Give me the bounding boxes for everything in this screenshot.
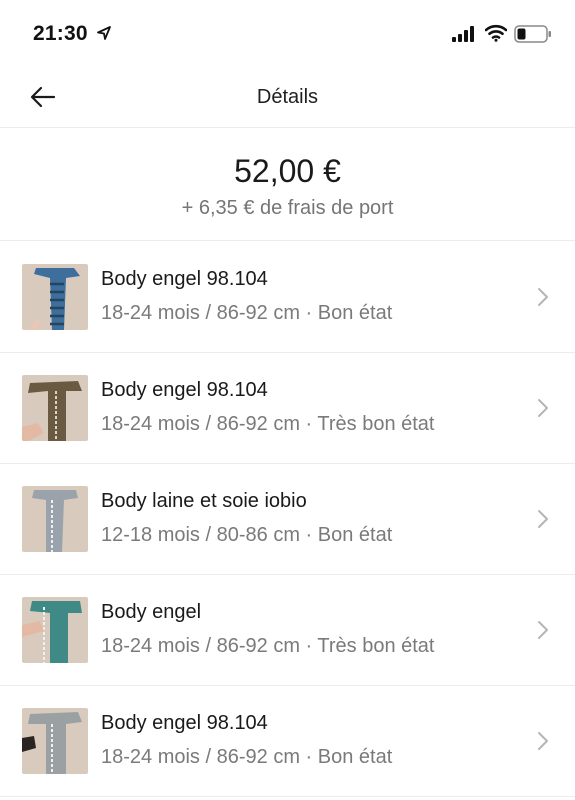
item-meta: 18-24 mois / 86-92 cm · Bon état <box>101 302 393 324</box>
item-list: Body engel 98.104 18-24 mois / 86-92 cm … <box>0 242 575 797</box>
status-time: 21:30 <box>33 22 88 45</box>
list-item[interactable]: Body engel 98.104 18-24 mois / 86-92 cm … <box>0 353 575 464</box>
page-title: Détails <box>256 86 319 108</box>
item-title: Body laine et soie iobio <box>101 490 307 512</box>
item-thumbnail <box>22 708 88 774</box>
item-meta: 18-24 mois / 86-92 cm · Très bon état <box>101 635 435 657</box>
chevron-right-icon <box>538 510 548 528</box>
item-title: Body engel 98.104 <box>101 379 268 401</box>
shipping-fee: + 6,35 € de frais de port <box>181 197 394 219</box>
location-arrow-icon <box>97 26 111 40</box>
chevron-right-icon <box>538 399 548 417</box>
item-meta: 12-18 mois / 80-86 cm · Bon état <box>101 524 393 546</box>
item-thumbnail <box>22 375 88 441</box>
list-item[interactable]: Body laine et soie iobio 12-18 mois / 80… <box>0 464 575 575</box>
item-meta: 18-24 mois / 86-92 cm · Bon état <box>101 746 393 768</box>
cellular-signal-icon <box>452 26 474 42</box>
list-item[interactable]: Body engel 18-24 mois / 86-92 cm · Très … <box>0 575 575 686</box>
list-item[interactable]: Body engel 98.104 18-24 mois / 86-92 cm … <box>0 242 575 353</box>
item-title: Body engel 98.104 <box>101 712 268 734</box>
item-meta: 18-24 mois / 86-92 cm · Très bon état <box>101 413 435 435</box>
item-title: Body engel <box>101 601 202 623</box>
total-price: 52,00 € <box>234 153 341 189</box>
battery-icon <box>514 25 551 43</box>
list-item[interactable]: Body engel 98.104 18-24 mois / 86-92 cm … <box>0 686 575 797</box>
chevron-right-icon <box>538 288 548 306</box>
status-bar: 21:30 <box>0 0 575 66</box>
item-thumbnail <box>22 486 88 552</box>
chevron-right-icon <box>538 732 548 750</box>
chevron-right-icon <box>538 621 548 639</box>
item-title: Body engel 98.104 <box>101 268 268 290</box>
wifi-icon <box>485 24 507 42</box>
item-thumbnail <box>22 597 88 663</box>
item-thumbnail <box>22 264 88 330</box>
price-summary: 52,00 € + 6,35 € de frais de port <box>0 129 575 241</box>
nav-bar: Détails <box>0 66 575 128</box>
